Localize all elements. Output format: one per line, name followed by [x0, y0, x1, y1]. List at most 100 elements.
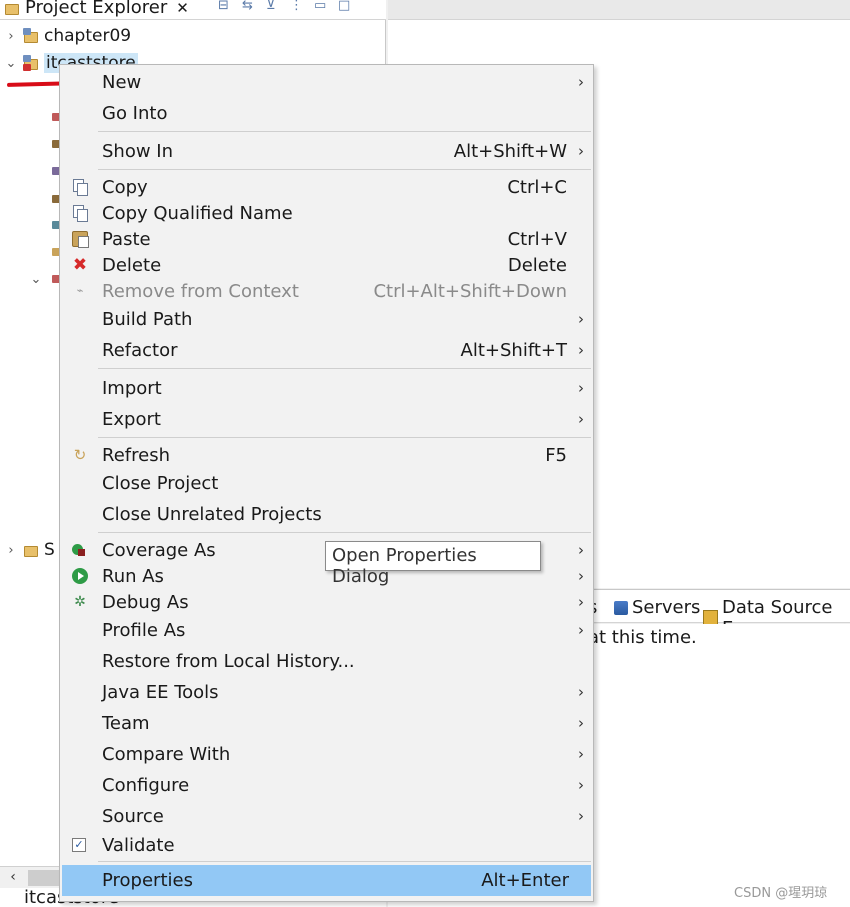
- menu-item-label: Validate: [102, 834, 175, 856]
- menu-item-copy-qualified-name[interactable]: Copy Qualified Name: [60, 199, 593, 227]
- menu-item-label: Import: [102, 377, 162, 399]
- chevron-down-icon[interactable]: ⌄: [28, 272, 44, 287]
- menu-item-source[interactable]: Source ›: [60, 802, 593, 830]
- tab-servers-label: Servers: [632, 597, 701, 618]
- menu-item-label: Source: [102, 805, 164, 827]
- menu-item-label: Configure: [102, 774, 190, 796]
- chevron-right-icon: ›: [578, 541, 584, 559]
- menu-item-configure[interactable]: Configure ›: [60, 771, 593, 799]
- menu-item-copy[interactable]: Copy Ctrl+C: [60, 173, 593, 201]
- menu-separator: [98, 131, 591, 132]
- chevron-right-icon[interactable]: ›: [3, 543, 19, 558]
- chevron-right-icon: ›: [578, 567, 584, 585]
- menu-item-label: Properties: [102, 870, 193, 891]
- remove-context-icon: ⌁: [76, 284, 84, 297]
- chevron-right-icon: ›: [578, 73, 584, 91]
- menu-item-validate[interactable]: ✓ Validate: [60, 831, 593, 859]
- menu-item-close-project[interactable]: Close Project: [60, 469, 593, 497]
- menu-item-profile-as[interactable]: Profile As ›: [60, 616, 593, 644]
- menu-item-restore-local-history[interactable]: Restore from Local History...: [60, 647, 593, 675]
- debug-icon: ✲: [74, 594, 86, 610]
- chevron-right-icon: ›: [578, 593, 584, 611]
- copy-icon: [72, 179, 88, 196]
- menu-item-shortcut: Delete: [507, 254, 567, 276]
- folder-icon: [23, 542, 39, 558]
- menu-item-go-into[interactable]: Go Into: [60, 99, 593, 127]
- menu-item-build-path[interactable]: Build Path ›: [60, 305, 593, 333]
- scroll-left-icon[interactable]: ‹: [2, 869, 24, 887]
- menu-item-label: Close Project: [102, 472, 219, 494]
- menu-item-label: Refactor: [102, 339, 178, 361]
- menu-item-label: Go Into: [102, 102, 168, 124]
- menu-item-label: Restore from Local History...: [102, 650, 355, 672]
- menu-item-shortcut: Ctrl+Alt+Shift+Down: [373, 280, 567, 302]
- menu-item-delete[interactable]: ✖ Delete Delete: [60, 251, 593, 279]
- menu-item-new[interactable]: New ›: [60, 68, 593, 96]
- menu-item-java-ee-tools[interactable]: Java EE Tools ›: [60, 678, 593, 706]
- run-icon: [72, 568, 88, 584]
- menu-item-label: Copy Qualified Name: [102, 202, 293, 224]
- paste-icon: [72, 231, 89, 248]
- java-project-icon: [23, 28, 39, 44]
- menu-item-compare-with[interactable]: Compare With ›: [60, 740, 593, 768]
- menu-item-properties[interactable]: Properties Alt+Enter: [62, 865, 591, 896]
- chevron-right-icon: ›: [578, 310, 584, 328]
- chevron-right-icon: ›: [578, 683, 584, 701]
- menu-separator: [98, 437, 591, 438]
- menu-item-shortcut: Alt+Shift+T: [460, 339, 567, 361]
- menu-item-show-in[interactable]: Show In Alt+Shift+W ›: [60, 137, 593, 165]
- watermark: CSDN @瑆玥琼: [734, 886, 828, 901]
- chevron-right-icon: ›: [578, 410, 584, 428]
- servers-empty-message: at this time.: [588, 627, 697, 648]
- project-explorer-tab[interactable]: Project Explorer ✕ ⊟ ⇆ ⊻ ⋮ ▭ □: [0, 0, 386, 20]
- refresh-icon: ↻: [73, 446, 87, 464]
- menu-item-refresh[interactable]: ↻ Refresh F5: [60, 441, 593, 469]
- copy-qualified-name-icon: [72, 205, 88, 222]
- delete-icon: ✖: [72, 255, 88, 275]
- view-menu-icon[interactable]: ⋮: [290, 0, 304, 13]
- maximize-icon[interactable]: □: [338, 0, 352, 13]
- menu-item-label: Delete: [102, 254, 162, 276]
- chevron-right-icon: ›: [578, 379, 584, 397]
- menu-item-close-unrelated-projects[interactable]: Close Unrelated Projects: [60, 500, 593, 528]
- project-explorer-icon: [4, 0, 20, 16]
- validate-check-icon: ✓: [72, 838, 86, 852]
- servers-icon: [614, 600, 628, 615]
- menu-separator: [98, 368, 591, 369]
- menu-item-label: Debug As: [102, 591, 189, 613]
- chevron-down-icon[interactable]: ⌄: [3, 56, 19, 71]
- menu-item-label: Refresh: [102, 444, 170, 466]
- menu-item-debug-as[interactable]: ✲ Debug As ›: [60, 588, 593, 616]
- tree-item-label: chapter09: [44, 26, 132, 46]
- menu-item-team[interactable]: Team ›: [60, 709, 593, 737]
- menu-item-shortcut: F5: [545, 444, 567, 466]
- menu-item-paste[interactable]: Paste Ctrl+V: [60, 225, 593, 253]
- menu-item-export[interactable]: Export ›: [60, 405, 593, 433]
- tree-item-servers[interactable]: › S: [0, 537, 55, 563]
- menu-separator: [98, 532, 591, 533]
- tree-item-chapter09[interactable]: › chapter09: [0, 23, 131, 49]
- tree-item-label: S: [44, 540, 55, 560]
- menu-item-label: Profile As: [102, 619, 186, 641]
- link-editor-icon[interactable]: ⇆: [242, 0, 256, 13]
- filter-icon[interactable]: ⊻: [266, 0, 280, 13]
- menu-item-remove-from-context: ⌁ Remove from Context Ctrl+Alt+Shift+Dow…: [60, 277, 593, 305]
- menu-item-label: Build Path: [102, 308, 193, 330]
- menu-item-shortcut: Ctrl+C: [507, 176, 567, 198]
- chevron-right-icon: ›: [578, 341, 584, 359]
- menu-item-label: Java EE Tools: [102, 681, 219, 703]
- scroll-thumb[interactable]: [28, 870, 62, 886]
- menu-item-label: Show In: [102, 140, 174, 162]
- menu-item-refactor[interactable]: Refactor Alt+Shift+T ›: [60, 336, 593, 364]
- editor-tab-bar: [388, 0, 850, 20]
- menu-item-import[interactable]: Import ›: [60, 374, 593, 402]
- menu-item-shortcut: Alt+Enter: [481, 870, 569, 891]
- collapse-all-icon[interactable]: ⊟: [218, 0, 232, 13]
- close-icon[interactable]: ✕: [176, 0, 189, 17]
- chevron-right-icon: ›: [578, 714, 584, 732]
- tab-servers[interactable]: Servers: [614, 597, 700, 618]
- chevron-right-icon: ›: [578, 776, 584, 794]
- menu-item-label: Remove from Context: [102, 280, 299, 302]
- chevron-right-icon[interactable]: ›: [3, 29, 19, 44]
- minimize-icon[interactable]: ▭: [314, 0, 328, 13]
